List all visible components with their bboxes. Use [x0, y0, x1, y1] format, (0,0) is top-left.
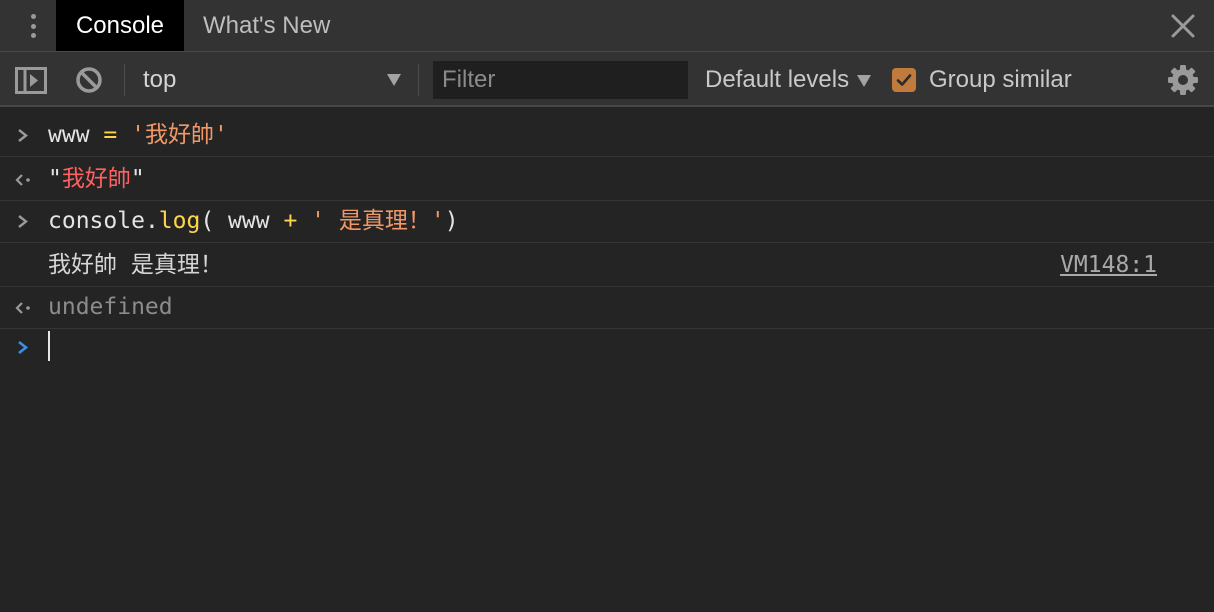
source-link[interactable]: VM148:1	[1060, 243, 1157, 287]
code-operator: +	[269, 208, 312, 234]
group-similar-checkbox[interactable]	[892, 68, 916, 92]
filter-input[interactable]	[433, 61, 688, 99]
code-paren: (	[200, 208, 229, 234]
log-levels-label: Default levels	[705, 66, 850, 93]
code-method: log	[158, 208, 201, 234]
log-levels-dropdown[interactable]: Default levels	[705, 62, 872, 98]
quote-mark: "	[48, 166, 62, 192]
code-paren: )	[444, 208, 459, 234]
sidebar-toggle-icon[interactable]	[15, 67, 47, 94]
dropdown-arrow-icon	[857, 74, 872, 87]
group-similar-label: Group similar	[929, 66, 1072, 93]
checkmark-icon	[896, 74, 912, 86]
console-result-line: undefined	[0, 285, 1214, 329]
close-icon[interactable]	[1170, 13, 1196, 39]
code-operator: =	[89, 122, 132, 148]
console-prompt[interactable]	[0, 325, 1214, 369]
console-log-line: 我好帥 是真理！ VM148:1	[0, 243, 1214, 287]
code-string: ' 是真理！'	[311, 208, 445, 234]
code-identifier: www	[48, 122, 90, 148]
tab-whats-new[interactable]: What's New	[203, 0, 330, 51]
result-arrow-icon	[15, 302, 30, 314]
console-input-line: www = '我好帥'	[0, 113, 1214, 157]
toolbar-divider	[418, 64, 419, 96]
context-selector[interactable]: top	[143, 62, 405, 98]
console-result-line: "我好帥"	[0, 157, 1214, 201]
text-cursor	[48, 331, 50, 361]
undefined-result: undefined	[48, 294, 173, 320]
toolbar-divider	[124, 64, 125, 96]
result-string: 我好帥	[61, 166, 131, 192]
prompt-chevron-icon	[18, 340, 29, 355]
code-dot: .	[144, 208, 159, 234]
input-chevron-icon	[18, 129, 28, 142]
quote-mark: "	[130, 166, 145, 192]
code-identifier: www	[228, 208, 270, 234]
code-string: '我好帥'	[131, 122, 228, 148]
console-toolbar: top Default levels Group similar	[0, 52, 1214, 107]
more-options-icon[interactable]	[22, 10, 44, 42]
input-chevron-icon	[18, 215, 28, 228]
result-arrow-icon	[15, 174, 30, 186]
gear-icon[interactable]	[1167, 64, 1199, 96]
console-output: www = '我好帥' "我好帥" console.log( www + ' 是…	[0, 107, 1214, 612]
dropdown-arrow-icon	[387, 74, 401, 86]
log-message: 我好帥 是真理！	[48, 252, 223, 278]
code-object: console	[48, 208, 145, 234]
context-value: top	[143, 66, 177, 93]
clear-console-icon[interactable]	[75, 66, 103, 94]
tab-console[interactable]: Console	[56, 0, 184, 51]
tab-bar: Console What's New	[0, 0, 1214, 52]
console-input-line: console.log( www + ' 是真理！')	[0, 199, 1214, 243]
